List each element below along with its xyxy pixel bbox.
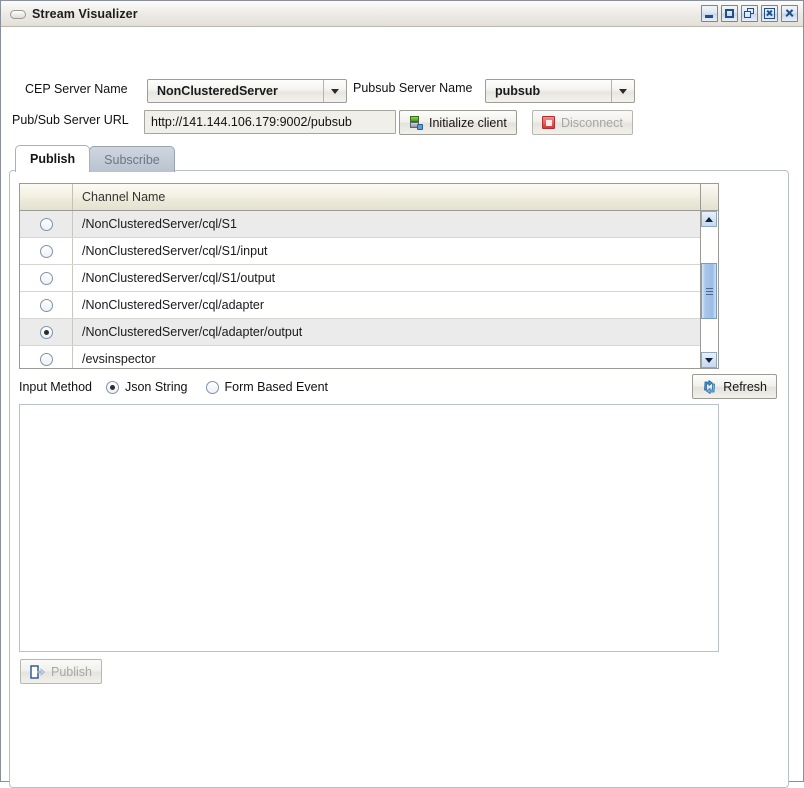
input-method-option-json[interactable]: Json String [105,380,188,394]
table-row[interactable]: /evsinspector [20,346,700,368]
server-init-icon [409,115,423,130]
initialize-client-label: Initialize client [429,115,507,130]
pubsub-server-url-label: Pub/Sub Server URL [12,113,129,127]
form-based-event-radio[interactable] [205,380,219,394]
chevron-down-icon [323,80,346,102]
minimize-icon [705,15,713,18]
channel-radio-cell[interactable] [20,265,73,291]
channel-name-cell: /evsinspector [82,352,156,366]
table-row[interactable]: /NonClusteredServer/cql/adapter [20,292,700,319]
channel-table: Channel Name /NonClusteredServer/cql/S1 [19,183,719,369]
channel-radio-selected[interactable] [39,325,53,339]
initialize-client-button[interactable]: Initialize client [399,110,517,135]
json-string-radio[interactable] [105,380,119,394]
channel-name-cell: /NonClusteredServer/cql/adapter [82,298,265,312]
close-button[interactable] [781,5,798,22]
table-row-selected[interactable]: /NonClusteredServer/cql/adapter/output [20,319,700,346]
channel-table-scrollbar[interactable] [700,184,718,368]
publish-tab-panel: Channel Name /NonClusteredServer/cql/S1 [9,170,789,788]
input-method-group: Input Method Json String Form Based Even… [19,376,346,398]
scrollbar-grip-icon [705,287,713,295]
tab-bar: Publish Subscribe [15,145,175,172]
channel-table-header: Channel Name [20,184,700,211]
scroll-up-button[interactable] [701,211,717,227]
restore-icon-back [744,11,751,18]
channel-radio[interactable] [39,352,53,366]
scrollbar-header-spacer [701,184,718,211]
cep-server-name-label: CEP Server Name [25,82,128,96]
stream-visualizer-window: Stream Visualizer CEP Server Name NonClu… [0,0,804,788]
channel-radio-cell[interactable] [20,292,73,318]
scrollbar-thumb[interactable] [701,263,717,319]
channel-name-cell: /NonClusteredServer/cql/adapter/output [82,325,303,339]
channel-name-cell: /NonClusteredServer/cql/S1/output [82,271,276,285]
channel-radio-cell[interactable] [20,346,73,368]
pubsub-server-name-label: Pubsub Server Name [353,81,473,95]
pill-icon [9,7,26,20]
channel-radio[interactable] [39,298,53,312]
window-controls [701,5,798,22]
window-titlebar: Stream Visualizer [1,1,803,27]
table-row[interactable]: /NonClusteredServer/cql/S1/output [20,265,700,292]
scroll-down-button[interactable] [701,352,717,368]
channel-radio-cell[interactable] [20,211,73,237]
json-editor-textarea[interactable] [19,404,719,652]
close-boxed-x-icon [762,6,777,21]
channel-radio-cell[interactable] [20,319,73,345]
scrollbar-track[interactable] [701,211,718,368]
tab-subscribe[interactable]: Subscribe [89,146,175,172]
chevron-down-icon [611,80,634,102]
tab-publish[interactable]: Publish [15,145,91,172]
close-boxed-button[interactable] [761,5,778,22]
refresh-label: Refresh [723,379,767,394]
pubsub-server-url-input[interactable]: http://141.144.106.179:9002/pubsub [144,110,396,134]
tab-subscribe-label: Subscribe [104,152,160,167]
refresh-button[interactable]: Refresh [692,374,777,399]
json-string-label: Json String [124,380,188,394]
pubsub-server-name-value: pubsub [495,84,541,98]
restore-button[interactable] [741,5,758,22]
scroll-up-icon [705,216,713,222]
column-header-select [20,184,73,210]
maximize-icon [725,9,734,18]
publish-button[interactable]: Publish [20,659,102,684]
close-icon [782,6,797,21]
disconnect-label: Disconnect [561,115,623,130]
channel-name-cell: /NonClusteredServer/cql/S1/input [82,244,268,258]
window-title: Stream Visualizer [32,6,138,21]
connection-form: CEP Server Name NonClusteredServer Pubsu… [1,27,803,135]
table-row[interactable]: /NonClusteredServer/cql/S1/input [20,238,700,265]
channel-radio[interactable] [39,217,53,231]
maximize-button[interactable] [721,5,738,22]
channel-name-cell: /NonClusteredServer/cql/S1 [82,217,237,231]
window-content: CEP Server Name NonClusteredServer Pubsu… [1,27,803,788]
channel-radio-cell[interactable] [20,238,73,264]
disconnect-button[interactable]: Disconnect [532,110,633,135]
publish-label: Publish [51,664,92,679]
channel-table-main: Channel Name /NonClusteredServer/cql/S1 [20,184,700,368]
scroll-down-icon [705,357,713,363]
pubsub-server-name-select[interactable]: pubsub [485,79,635,103]
channel-table-body: /NonClusteredServer/cql/S1 /NonClustered… [20,211,700,368]
cep-server-name-select[interactable]: NonClusteredServer [147,79,347,103]
channel-radio[interactable] [39,244,53,258]
column-header-channel-name: Channel Name [82,190,166,204]
stop-square-icon [542,116,555,129]
channel-radio[interactable] [39,271,53,285]
tab-publish-label: Publish [30,152,76,166]
publish-arrow-icon [30,664,45,679]
refresh-icon [702,379,717,394]
input-method-option-form[interactable]: Form Based Event [205,380,329,394]
input-method-label: Input Method [19,380,92,394]
minimize-button[interactable] [701,5,718,22]
table-row[interactable]: /NonClusteredServer/cql/S1 [20,211,700,238]
form-based-event-label: Form Based Event [224,380,329,394]
cep-server-name-value: NonClusteredServer [157,84,278,98]
